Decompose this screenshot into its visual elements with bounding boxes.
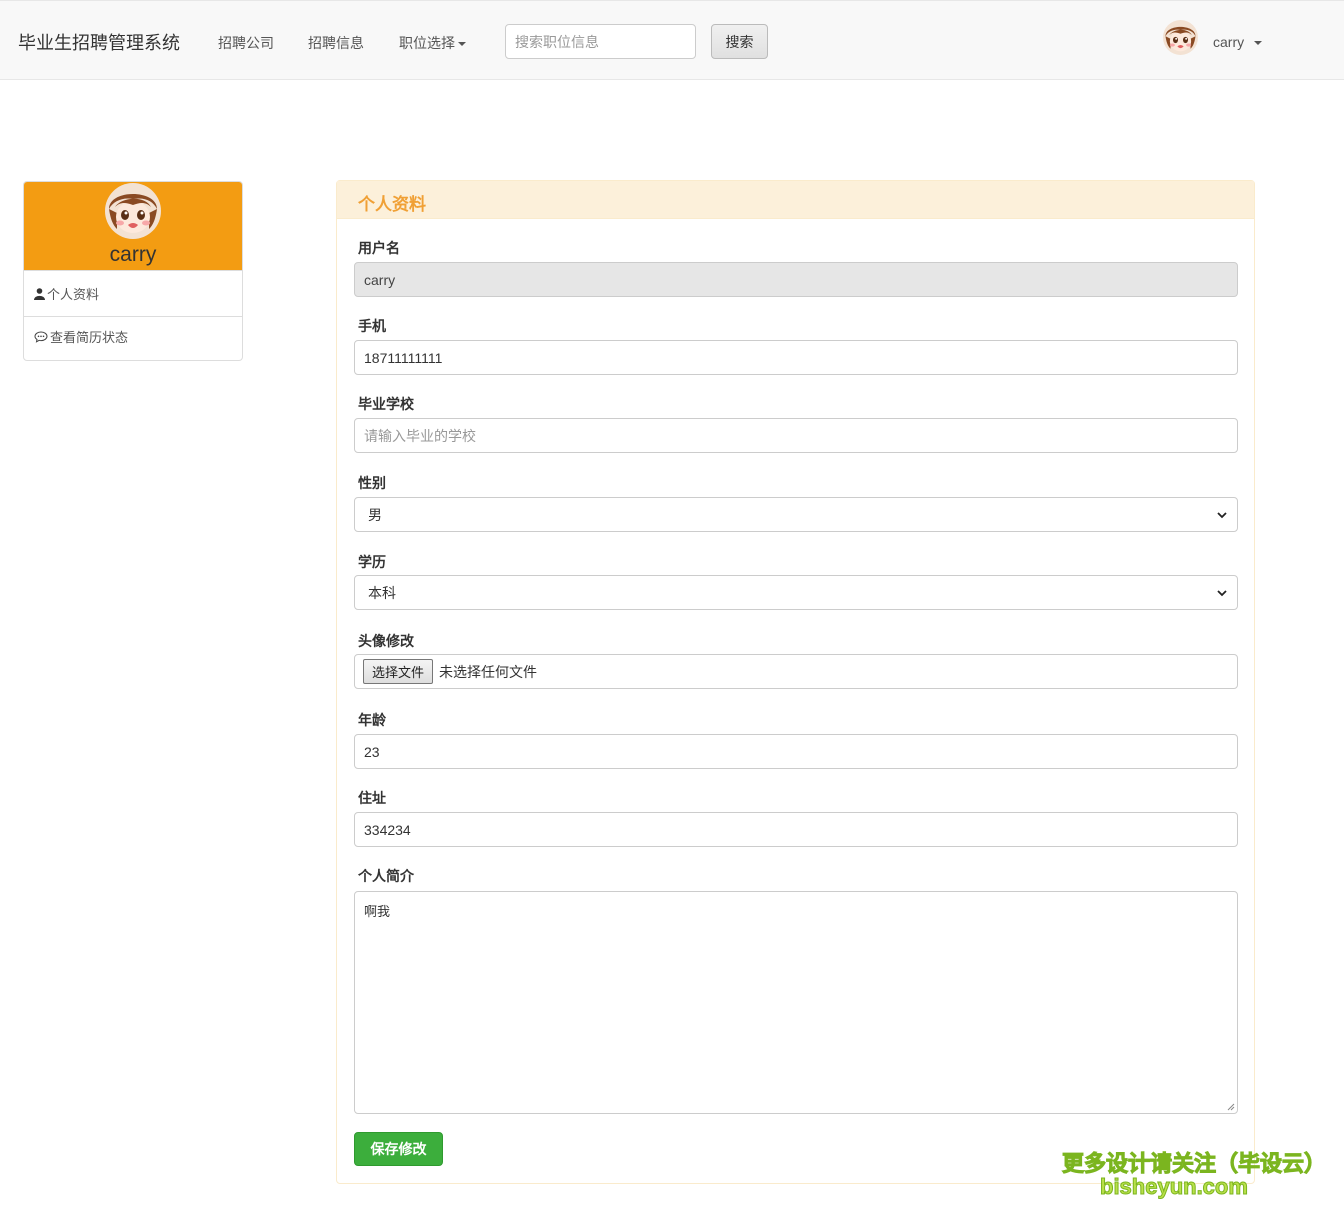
chevron-down-icon — [1217, 589, 1227, 596]
search-input[interactable] — [505, 24, 696, 59]
sidebar-item-resume-status[interactable]: 查看简历状态 — [24, 316, 242, 356]
file-status: 未选择任何文件 — [439, 663, 538, 680]
username-field: carry — [354, 262, 1238, 297]
profile-avatar-icon — [105, 183, 161, 239]
save-button[interactable]: 保存修改 — [354, 1132, 443, 1166]
resize-handle-icon[interactable] — [1225, 1101, 1235, 1111]
nav-link-companies[interactable]: 招聘公司 — [218, 33, 274, 53]
age-label: 年龄 — [358, 712, 386, 728]
avatar-label: 头像修改 — [358, 633, 414, 649]
profile-panel: 个人资料 用户名 carry 手机 18711111111 毕业学校 请输入毕业… — [336, 180, 1255, 1184]
bio-text: 啊我 — [364, 904, 391, 919]
caret-down-icon — [1254, 41, 1263, 46]
user-name: carry — [1213, 34, 1245, 50]
caret-down-icon — [458, 42, 466, 47]
user-menu[interactable]: carry — [1213, 34, 1263, 50]
address-field[interactable]: 334234 — [354, 812, 1238, 847]
bio-textarea[interactable]: 啊我 — [354, 891, 1238, 1114]
gender-select[interactable]: 男 — [354, 497, 1238, 532]
brand-title[interactable]: 毕业生招聘管理系统 — [18, 29, 180, 55]
profile-name: carry — [109, 243, 157, 266]
school-label: 毕业学校 — [358, 396, 414, 412]
sidebar-item-label: 个人资料 — [47, 287, 100, 302]
user-avatar-icon[interactable] — [1163, 20, 1198, 55]
nav-link-job-info[interactable]: 招聘信息 — [308, 33, 364, 53]
sidebar-header: carry — [24, 182, 242, 271]
avatar-file-input: 选择文件 未选择任何文件 — [354, 654, 1238, 689]
user-icon — [34, 287, 45, 300]
comment-icon — [34, 330, 48, 343]
sidebar-item-profile[interactable]: 个人资料 — [24, 271, 242, 316]
age-field[interactable]: 23 — [354, 734, 1238, 769]
phone-label: 手机 — [358, 318, 386, 334]
education-selected-value: 本科 — [368, 584, 396, 601]
phone-field[interactable]: 18711111111 — [354, 340, 1238, 375]
profile-sidebar: carry 个人资料 查看简历状态 — [23, 181, 243, 361]
nav-dropdown-positions[interactable]: 职位选择 — [399, 33, 466, 53]
username-label: 用户名 — [358, 240, 400, 256]
chevron-down-icon — [1217, 511, 1227, 518]
choose-file-button[interactable]: 选择文件 — [363, 659, 434, 684]
school-field[interactable]: 请输入毕业的学校 — [354, 418, 1238, 453]
watermark-line-2: bisheyun.com — [1100, 1174, 1249, 1200]
education-label: 学历 — [358, 554, 386, 570]
top-navbar: 毕业生招聘管理系统 招聘公司 招聘信息 职位选择 搜索 carry — [0, 0, 1344, 80]
gender-selected-value: 男 — [368, 506, 382, 523]
address-label: 住址 — [358, 790, 386, 806]
gender-label: 性别 — [358, 475, 386, 491]
sidebar-item-label: 查看简历状态 — [50, 330, 129, 345]
bio-label: 个人简介 — [358, 868, 414, 884]
education-select[interactable]: 本科 — [354, 575, 1238, 610]
search-button[interactable]: 搜索 — [711, 24, 768, 59]
panel-title: 个人资料 — [337, 181, 1254, 219]
nav-dropdown-label: 职位选择 — [399, 35, 455, 51]
